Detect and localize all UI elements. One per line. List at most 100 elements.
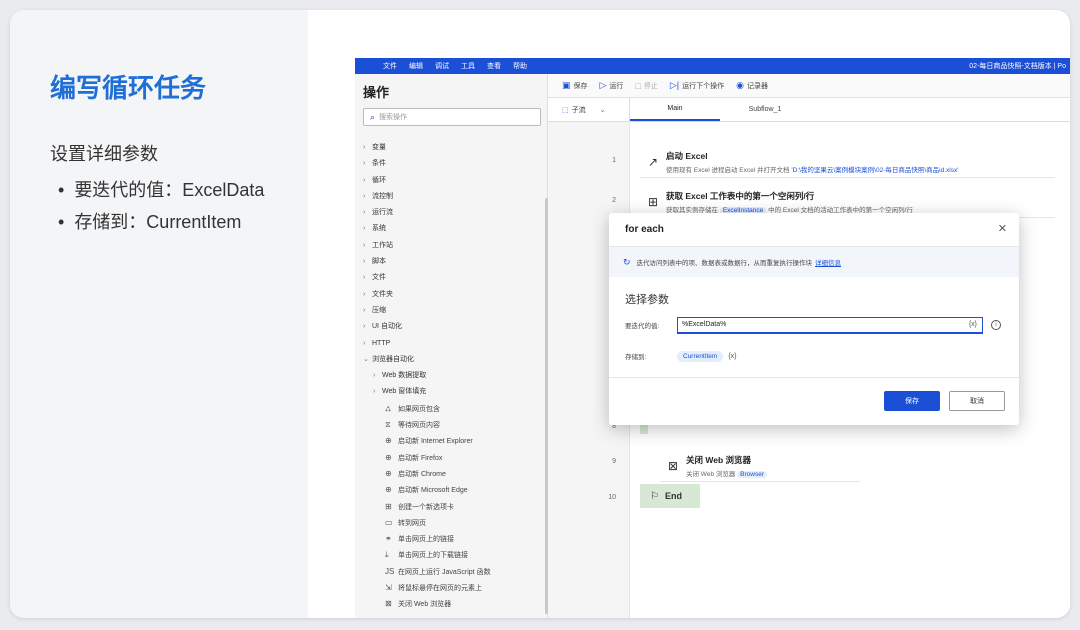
sidebar-action-item[interactable]: ⚭ 单击网页上的链接 [363, 531, 543, 547]
actions-pane: 操作 ⌕ 搜索操作 › 变量 › 条件 › 循环 › 流控制 › 运行流 › 系统 › 工作站 › 脚本 › 文件… [355, 74, 548, 618]
sidebar-category[interactable]: › 流控制 [363, 189, 543, 205]
sidebar-action-label: 关闭 Web 浏览器 [398, 601, 452, 609]
dialog-info-bar: ↻ 迭代访问列表中的项、数据表或数据行，从而重复执行操作块 详细信息 [609, 247, 1019, 277]
sidebar-category-label: 条件 [372, 160, 386, 168]
step-desc-text: 关闭 Web 浏览器 [686, 471, 738, 478]
slide-subtitle: 设置详细参数 [50, 144, 158, 164]
stop-icon: □ [635, 80, 641, 91]
line-number: 5 [548, 313, 616, 320]
globe-icon: ⊕ [385, 436, 392, 446]
sidebar-action-item[interactable]: ⤓ 单击网页上的下载链接 [363, 547, 543, 563]
run-button[interactable]: ▷ 运行 [600, 80, 624, 91]
sidebar-category-label: 压缩 [372, 306, 386, 314]
flow-step-end[interactable]: ⚐ End [640, 484, 700, 508]
sidebar-category[interactable]: › 工作站 [363, 238, 543, 254]
iterate-value-row: 要迭代的值: %ExcelData% {x} i [625, 316, 1009, 334]
sidebar-action-label: 启动新 Firefox [398, 454, 443, 462]
close-icon[interactable]: ✕ [998, 222, 1007, 235]
subflow-label: 子流 [571, 106, 586, 114]
sidebar-category[interactable]: › HTTP [363, 336, 543, 352]
sidebar-subgroup[interactable]: › Web 数据提取 [363, 368, 543, 384]
sidebar-action-item[interactable]: ⊕ 启动新 Internet Explorer [363, 433, 543, 449]
sidebar-subgroup-label: Web 数据提取 [382, 372, 427, 380]
variable-picker-icon[interactable]: {x} [728, 353, 736, 360]
sidebar-action-item[interactable]: ⊕ 启动新 Chrome [363, 466, 543, 482]
chevron-right-icon: › [363, 258, 366, 266]
designer-toolbar: ▣ 保存 ▷ 运行 □ 停止 ▷| 运行下个操作 ◉ 记录器 [548, 74, 1070, 98]
sidebar-action-item[interactable]: ⊕ 启动新 Microsoft Edge [363, 482, 543, 498]
globe-icon: ⊕ [385, 468, 392, 478]
sidebar-action-label: 单击网页上的链接 [398, 536, 454, 544]
actions-pane-title: 操作 [363, 85, 390, 100]
sidebar-action-label: 创建一个新选项卡 [398, 503, 454, 511]
sidebar-category[interactable]: › 文件 [363, 270, 543, 286]
iterate-value-input[interactable]: %ExcelData% {x} [677, 316, 983, 334]
tab-subflow-1[interactable]: Subflow_1 [720, 98, 810, 121]
for-each-dialog: for each ✕ ↻ 迭代访问列表中的项、数据表或数据行，从而重复执行操作块… [609, 213, 1019, 425]
chevron-right-icon: › [363, 192, 366, 200]
dialog-cancel-button[interactable]: 取消 [949, 391, 1005, 411]
line-number: 10 [608, 494, 616, 501]
chevron-right-icon: › [363, 209, 366, 217]
sidebar-category-label: 文件夹 [372, 290, 393, 298]
sidebar-action-item[interactable]: ⊠ 关闭 Web 浏览器 [363, 596, 543, 612]
sidebar-action-item[interactable]: ⊕ 启动新 Firefox [363, 450, 543, 466]
run-next-button[interactable]: ▷| 运行下个操作 [670, 80, 724, 91]
flow-step-launch-excel[interactable]: ↗ 启动 Excel 使用现有 Excel 进程启动 Excel 并打开文档 '… [640, 146, 1055, 178]
sidebar-category[interactable]: › UI 自动化 [363, 319, 543, 335]
sidebar-category-label: 循环 [372, 176, 386, 184]
menu-tools[interactable]: 工具 [461, 61, 475, 71]
menu-file[interactable]: 文件 [383, 61, 397, 71]
sidebar-action-item[interactable]: JS 在网页上运行 JavaScript 函数 [363, 564, 543, 580]
step-title: 关闭 Web 浏览器 [686, 455, 752, 465]
sidebar-category-expanded[interactable]: ⌄ 浏览器自动化 [363, 352, 543, 368]
iterate-value-text: %ExcelData% [682, 321, 727, 328]
menu-view[interactable]: 查看 [487, 61, 501, 71]
dialog-save-button[interactable]: 保存 [884, 391, 940, 411]
tab-main[interactable]: Main [630, 98, 720, 121]
info-icon[interactable]: i [991, 320, 1001, 330]
sidebar-category[interactable]: › 条件 [363, 156, 543, 172]
slide-bullets: 要迭代的值：ExcelData 存储到：CurrentItem [58, 174, 264, 238]
window-title: 02-每日商品快照-文档版本 | Po [969, 63, 1066, 70]
sidebar-category[interactable]: › 文件夹 [363, 287, 543, 303]
variable-picker-icon[interactable]: {x} [969, 321, 977, 328]
save-button[interactable]: ▣ 保存 [562, 80, 588, 91]
sidebar-action-item[interactable]: ⇲ 将鼠标悬停在网页的元素上 [363, 580, 543, 596]
sidebar-category[interactable]: › 运行流 [363, 205, 543, 221]
store-to-variable[interactable]: CurrentItem [677, 350, 724, 362]
search-actions-input[interactable]: ⌕ 搜索操作 [363, 108, 541, 126]
iterate-value-label: 要迭代的值: [625, 323, 660, 330]
sidebar-action-label: 在网页上运行 JavaScript 函数 [398, 568, 491, 576]
step-desc-path: 'D:\我的坚果云\案例模块案例\02-每日商品快照\商品id.xlsx' [791, 167, 959, 174]
download-icon: ⤓ [385, 550, 389, 560]
menu-debug[interactable]: 调试 [435, 61, 449, 71]
sidebar-category[interactable]: › 循环 [363, 173, 543, 189]
recorder-label: 记录器 [747, 82, 768, 90]
menu-edit[interactable]: 编辑 [409, 61, 423, 71]
run-label: 运行 [609, 82, 624, 90]
store-to-row: 存储到: CurrentItem {x} [625, 347, 1009, 365]
sidebar-category[interactable]: › 压缩 [363, 303, 543, 319]
sidebar-category-label: UI 自动化 [372, 323, 402, 331]
menu-help[interactable]: 帮助 [513, 61, 527, 71]
stop-label: 停止 [643, 82, 658, 90]
flow-step-close-browser[interactable]: ⊠ 关闭 Web 浏览器 关闭 Web 浏览器 Browser [660, 450, 860, 482]
subflow-dropdown[interactable]: ⬚ 子流 ⌄ [548, 98, 630, 121]
sidebar-category[interactable]: › 脚本 [363, 254, 543, 270]
stop-button[interactable]: □ 停止 [635, 81, 657, 91]
sidebar-action-item[interactable]: ▭ 转到网页 [363, 515, 543, 531]
recorder-button[interactable]: ◉ 记录器 [736, 80, 768, 91]
details-link[interactable]: 详细信息 [815, 257, 841, 267]
sidebar-category[interactable]: › 系统 [363, 221, 543, 237]
sidebar-action-item[interactable]: ⊞ 创建一个新选项卡 [363, 499, 543, 515]
sidebar-action-item[interactable]: ⛼ 如果网页包含 [363, 401, 543, 417]
menu-bar: 文件 编辑 调试 工具 查看 帮助 02-每日商品快照-文档版本 | Po [355, 58, 1070, 74]
save-label: 保存 [573, 82, 588, 90]
sidebar-action-item[interactable]: ⧖ 等待网页内容 [363, 417, 543, 433]
variable-chip: Browser [737, 471, 768, 478]
sidebar-category[interactable]: › 变量 [363, 140, 543, 156]
chevron-right-icon: › [373, 388, 376, 396]
sidebar-subgroup[interactable]: › Web 窗体填充 [363, 384, 543, 400]
sidebar-action-label: 启动新 Internet Explorer [398, 438, 473, 446]
